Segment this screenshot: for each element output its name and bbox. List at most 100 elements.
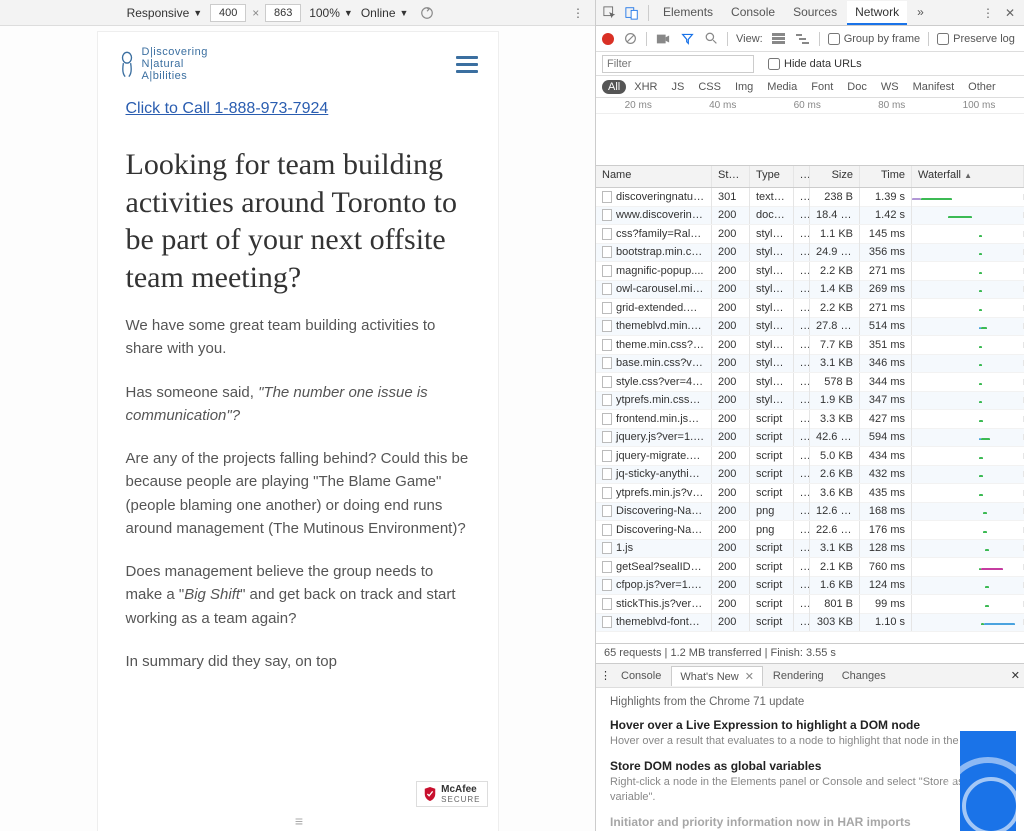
whatsnew-item-heading: Store DOM nodes as global variables: [610, 759, 1010, 773]
tab-elements[interactable]: Elements: [655, 1, 721, 25]
tab-overflow[interactable]: »: [909, 1, 932, 25]
clear-icon[interactable]: [622, 31, 638, 47]
table-row[interactable]: owl-carousel.min...200styles......1.4 KB…: [596, 281, 1024, 300]
hide-data-urls-checkbox[interactable]: Hide data URLs: [768, 58, 862, 70]
col-status[interactable]: Stat...: [712, 166, 750, 187]
device-height-input[interactable]: [265, 4, 301, 22]
close-devtools-icon[interactable]: ✕: [1000, 3, 1020, 23]
large-rows-icon[interactable]: [771, 31, 787, 47]
resize-handle-icon[interactable]: ▐: [589, 446, 595, 466]
type-filter-js[interactable]: JS: [665, 80, 690, 94]
waterfall-view-icon[interactable]: [795, 31, 811, 47]
table-row[interactable]: ytprefs.min.css?v...200styles......1.9 K…: [596, 392, 1024, 411]
col-type[interactable]: Type: [750, 166, 794, 187]
table-row[interactable]: frontend.min.js?v...200script...3.3 KB42…: [596, 410, 1024, 429]
close-tab-icon[interactable]: ✕: [745, 671, 754, 683]
table-row[interactable]: bootstrap.min.css...200styles......24.9 …: [596, 244, 1024, 263]
mcafee-badge[interactable]: McAfeeSECURE: [416, 781, 487, 807]
search-icon[interactable]: [703, 31, 719, 47]
rotate-icon[interactable]: [416, 2, 438, 24]
sort-indicator-icon: ▲: [964, 171, 972, 180]
type-filter-font[interactable]: Font: [805, 80, 839, 94]
table-row[interactable]: css?family=Ralew...200styles......1.1 KB…: [596, 225, 1024, 244]
table-row[interactable]: style.css?ver=4.9.9200styles......578 B3…: [596, 373, 1024, 392]
zoom-select[interactable]: 100%▼: [309, 6, 353, 20]
timeline-overview[interactable]: 20 ms40 ms60 ms80 ms100 ms: [596, 98, 1024, 166]
drawer-tab-console[interactable]: Console: [613, 667, 669, 685]
table-row[interactable]: 1.js200script...3.1 KB128 ms: [596, 540, 1024, 559]
table-row[interactable]: getSeal?sealID=2...200script...2.1 KB760…: [596, 558, 1024, 577]
file-icon: [602, 413, 612, 425]
hamburger-menu-icon[interactable]: [456, 56, 478, 73]
table-row[interactable]: discoveringnatura...301text/h......238 B…: [596, 188, 1024, 207]
type-filter-media[interactable]: Media: [761, 80, 803, 94]
kebab-menu-icon[interactable]: ⋮: [567, 2, 589, 24]
col-initiator[interactable]: ...: [794, 166, 810, 187]
group-by-frame-checkbox[interactable]: Group by frame: [828, 33, 920, 45]
timeline-tick: 40 ms: [709, 100, 736, 113]
col-waterfall[interactable]: Waterfall ▲: [912, 166, 1024, 187]
col-time[interactable]: Time: [860, 166, 912, 187]
device-toggle-icon[interactable]: [622, 3, 642, 23]
call-link[interactable]: Click to Call 1-888-973-7924: [126, 100, 329, 117]
close-drawer-icon[interactable]: ✕: [1011, 669, 1020, 682]
network-table-body[interactable]: discoveringnatura...301text/h......238 B…: [596, 188, 1024, 643]
drawer-kebab-icon[interactable]: ⋮: [600, 669, 611, 682]
file-icon: [602, 394, 612, 406]
table-row[interactable]: jq-sticky-anything...200script...2.6 KB4…: [596, 466, 1024, 485]
table-row[interactable]: grid-extended.mi...200styles......2.2 KB…: [596, 299, 1024, 318]
table-row[interactable]: cfpop.js?ver=1.0.0200script...1.6 KB124 …: [596, 577, 1024, 596]
filter-input[interactable]: [602, 55, 754, 73]
table-row[interactable]: jquery.js?ver=1.12.4200script...42.6 KB5…: [596, 429, 1024, 448]
resize-handle-bottom-icon[interactable]: ≡: [295, 813, 300, 829]
table-row[interactable]: themeblvd.min.cs...200styles......27.8 K…: [596, 318, 1024, 337]
type-filter-ws[interactable]: WS: [875, 80, 905, 94]
table-row[interactable]: themeblvd-fontaw...200script...303 KB1.1…: [596, 614, 1024, 633]
timeline-tick: 60 ms: [794, 100, 821, 113]
table-row[interactable]: ytprefs.min.js?ver...200script...3.6 KB4…: [596, 484, 1024, 503]
paragraph: In summary did they say, on top: [126, 650, 470, 673]
table-row[interactable]: Discovering-Natur...200png...22.6 KB176 …: [596, 521, 1024, 540]
table-row[interactable]: Discovering-Natur...200png...12.6 KB168 …: [596, 503, 1024, 522]
tab-console[interactable]: Console: [723, 1, 783, 25]
file-icon: [602, 431, 612, 443]
device-toolbar: Responsive▼ × 100%▼ Online▼ ⋮: [0, 0, 595, 26]
site-logo[interactable]: D|iscovering N|atural A|bilities: [118, 46, 208, 82]
file-icon: [602, 450, 612, 462]
camera-icon[interactable]: [655, 31, 671, 47]
page-frame[interactable]: D|iscovering N|atural A|bilities Click t…: [98, 32, 498, 831]
file-icon: [602, 524, 612, 536]
type-filter-other[interactable]: Other: [962, 80, 1002, 94]
device-width-input[interactable]: [210, 4, 246, 22]
table-row[interactable]: www.discovering...200docu......18.4 KB1.…: [596, 207, 1024, 226]
dimension-separator: ×: [252, 6, 259, 20]
tab-network[interactable]: Network: [847, 1, 907, 25]
type-filter-xhr[interactable]: XHR: [628, 80, 663, 94]
table-row[interactable]: base.min.css?ver...200styles......3.1 KB…: [596, 355, 1024, 374]
timeline-tick: 100 ms: [963, 100, 996, 113]
type-filter-img[interactable]: Img: [729, 80, 759, 94]
drawer-tab-whatsnew[interactable]: What's New✕: [671, 666, 763, 686]
filter-icon[interactable]: [679, 31, 695, 47]
table-row[interactable]: jquery-migrate.mi...200script...5.0 KB43…: [596, 447, 1024, 466]
table-row[interactable]: theme.min.css?ve...200styles......7.7 KB…: [596, 336, 1024, 355]
network-toolbar: View: Group by frame Preserve log: [596, 26, 1024, 52]
table-row[interactable]: stickThis.js?ver=2...200script...801 B99…: [596, 595, 1024, 614]
settings-kebab-icon[interactable]: ⋮: [978, 3, 998, 23]
col-name[interactable]: Name: [596, 166, 712, 187]
type-filter-all[interactable]: All: [602, 80, 626, 94]
type-filter-doc[interactable]: Doc: [841, 80, 873, 94]
inspect-icon[interactable]: [600, 3, 620, 23]
preserve-log-checkbox[interactable]: Preserve log: [937, 33, 1015, 45]
file-icon: [602, 320, 612, 332]
type-filter-css[interactable]: CSS: [692, 80, 727, 94]
tab-sources[interactable]: Sources: [785, 1, 845, 25]
table-row[interactable]: magnific-popup....200styles......2.2 KB2…: [596, 262, 1024, 281]
drawer-tab-changes[interactable]: Changes: [834, 667, 894, 685]
type-filter-manifest[interactable]: Manifest: [907, 80, 961, 94]
throttle-select[interactable]: Online▼: [361, 6, 409, 20]
record-icon[interactable]: [602, 33, 614, 45]
col-size[interactable]: Size: [810, 166, 860, 187]
device-select[interactable]: Responsive▼: [127, 6, 203, 20]
drawer-tab-rendering[interactable]: Rendering: [765, 667, 832, 685]
